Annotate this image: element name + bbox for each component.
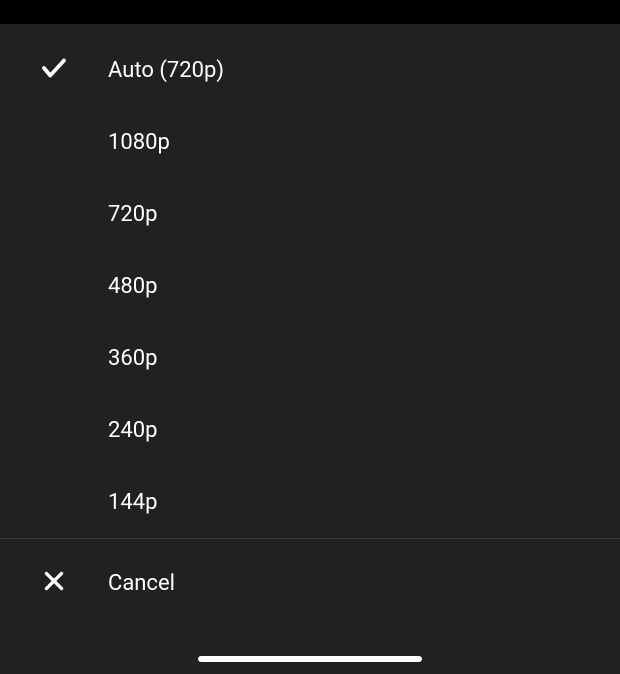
close-icon bbox=[41, 568, 67, 598]
quality-option-auto[interactable]: Auto (720p) bbox=[0, 34, 620, 106]
quality-option-label: Auto (720p) bbox=[108, 58, 224, 83]
quality-menu: Auto (720p) 1080p 720p 480p 360p 240p 14… bbox=[0, 24, 620, 674]
quality-option-240p[interactable]: 240p bbox=[0, 394, 620, 466]
quality-option-144p[interactable]: 144p bbox=[0, 466, 620, 538]
quality-option-1080p[interactable]: 1080p bbox=[0, 106, 620, 178]
quality-option-label: 480p bbox=[108, 274, 157, 299]
cancel-button[interactable]: Cancel bbox=[0, 539, 620, 627]
quality-option-label: 144p bbox=[108, 490, 157, 515]
quality-option-label: 1080p bbox=[108, 130, 170, 155]
quality-option-list: Auto (720p) 1080p 720p 480p 360p 240p 14… bbox=[0, 24, 620, 538]
cancel-label: Cancel bbox=[108, 571, 175, 596]
home-indicator[interactable] bbox=[198, 656, 422, 662]
quality-option-label: 720p bbox=[108, 202, 157, 227]
quality-option-480p[interactable]: 480p bbox=[0, 250, 620, 322]
check-icon bbox=[39, 53, 69, 87]
quality-option-360p[interactable]: 360p bbox=[0, 322, 620, 394]
quality-option-label: 360p bbox=[108, 346, 157, 371]
quality-option-label: 240p bbox=[108, 418, 157, 443]
status-bar bbox=[0, 0, 620, 24]
quality-option-720p[interactable]: 720p bbox=[0, 178, 620, 250]
